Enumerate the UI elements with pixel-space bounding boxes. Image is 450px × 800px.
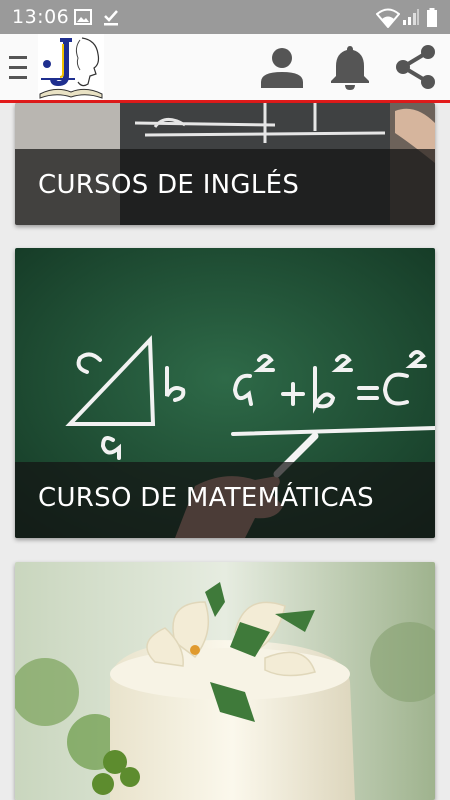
card-title: CURSO DE MATEMÁTICAS (38, 483, 374, 513)
card-caption: CURSO DE MATEMÁTICAS (15, 462, 435, 538)
image-icon (74, 9, 92, 25)
app-logo[interactable] (38, 34, 104, 100)
hamburger-menu-icon[interactable] (6, 54, 32, 82)
card-image-cake (15, 562, 435, 800)
card-caption: CURSOS DE INGLÉS (15, 149, 435, 225)
course-card-english[interactable]: CURSOS DE INGLÉS (15, 103, 435, 225)
user-icon[interactable] (257, 42, 307, 92)
course-card-cake[interactable] (15, 562, 435, 800)
wifi-icon (376, 8, 400, 28)
battery-icon (427, 8, 437, 27)
signal-icon (403, 9, 419, 25)
bell-icon[interactable] (325, 42, 375, 92)
download-done-icon (104, 10, 118, 26)
share-icon[interactable] (391, 42, 441, 92)
status-time: 13:06 (12, 6, 70, 28)
course-card-math[interactable]: CURSO DE MATEMÁTICAS (15, 248, 435, 538)
status-bar: 13:06 (0, 0, 450, 34)
card-title: CURSOS DE INGLÉS (38, 170, 300, 200)
app-bar (0, 34, 450, 100)
